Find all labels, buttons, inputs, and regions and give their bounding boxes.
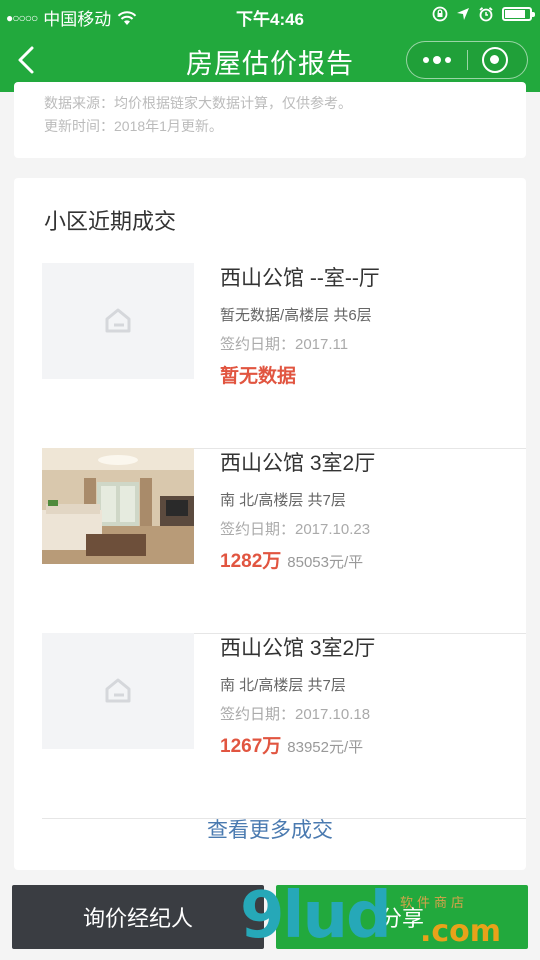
alarm-icon — [479, 7, 493, 22]
deal-name: 西山公馆 3室2厅 — [220, 637, 376, 660]
bottom-action-bar: 询价经纪人 分享 — [0, 880, 540, 960]
section-heading: 小区近期成交 — [44, 209, 177, 234]
deal-sign-date: 签约日期：2017.11 — [220, 336, 349, 353]
recent-deals-card: 小区近期成交 西山公馆 --室--厅 暂无数据/高楼层 共6层 签约日期：201… — [14, 178, 526, 870]
deal-orientation-floor: 南 北/高楼层 共7层 — [220, 492, 346, 509]
house-placeholder-image — [42, 633, 194, 749]
deal-item[interactable]: 西山公馆 --室--厅 暂无数据/高楼层 共6层 签约日期：2017.11 暂无… — [42, 263, 526, 449]
deal-orientation-floor: 南 北/高楼层 共7层 — [220, 677, 346, 694]
deal-price: 1267万 — [220, 736, 282, 757]
view-more-deals-link[interactable]: 查看更多成交 — [14, 814, 526, 844]
more-dot-icon — [433, 56, 441, 64]
capsule-divider — [467, 50, 468, 70]
status-bar: ●○○○○ 中国移动 下午4:46 — [0, 0, 540, 30]
location-arrow-icon — [457, 8, 469, 20]
more-dot-icon — [445, 57, 451, 63]
deal-orientation-floor: 暂无数据/高楼层 共6层 — [220, 307, 372, 324]
close-mini-program-icon[interactable] — [482, 47, 508, 73]
house-placeholder-image — [42, 263, 194, 379]
deal-name: 西山公馆 --室--厅 — [220, 267, 380, 290]
deal-sign-date: 签约日期：2017.10.23 — [220, 521, 371, 538]
deal-unit-price: 83952元/平 — [287, 739, 364, 756]
more-dot-icon — [423, 57, 429, 63]
mini-program-capsule — [406, 41, 528, 79]
deal-price: 暂无数据 — [220, 366, 297, 387]
deal-name: 西山公馆 3室2厅 — [220, 452, 376, 475]
share-button[interactable]: 分享 — [276, 885, 528, 949]
house-placeholder-icon — [105, 678, 131, 703]
living-room-photo — [42, 448, 194, 564]
deal-item[interactable]: 西山公馆 3室2厅 南 北/高楼层 共7层 签约日期：2017.10.18 12… — [42, 633, 526, 819]
battery-icon — [502, 7, 535, 21]
deal-item[interactable]: 西山公馆 3室2厅 南 北/高楼层 共7层 签约日期：2017.10.23 12… — [42, 448, 526, 634]
deal-unit-price: 85053元/平 — [287, 554, 364, 571]
house-placeholder-icon — [105, 308, 131, 333]
battery-level — [505, 10, 526, 18]
deal-price: 1282万 — [220, 551, 282, 572]
rotation-lock-icon — [432, 6, 448, 22]
deal-sign-date: 签约日期：2017.10.18 — [220, 706, 371, 723]
data-source-text: 数据来源：均价根据链家大数据计算，仅供参考。 — [44, 95, 352, 111]
living-room-photo-image — [42, 448, 194, 564]
info-card: 数据来源：均价根据链家大数据计算，仅供参考。 更新时间：2018年1月更新。 — [14, 82, 526, 158]
more-options-button[interactable] — [407, 42, 467, 78]
update-time-text: 更新时间：2018年1月更新。 — [44, 118, 223, 134]
ask-agent-button[interactable]: 询价经纪人 — [12, 885, 264, 949]
